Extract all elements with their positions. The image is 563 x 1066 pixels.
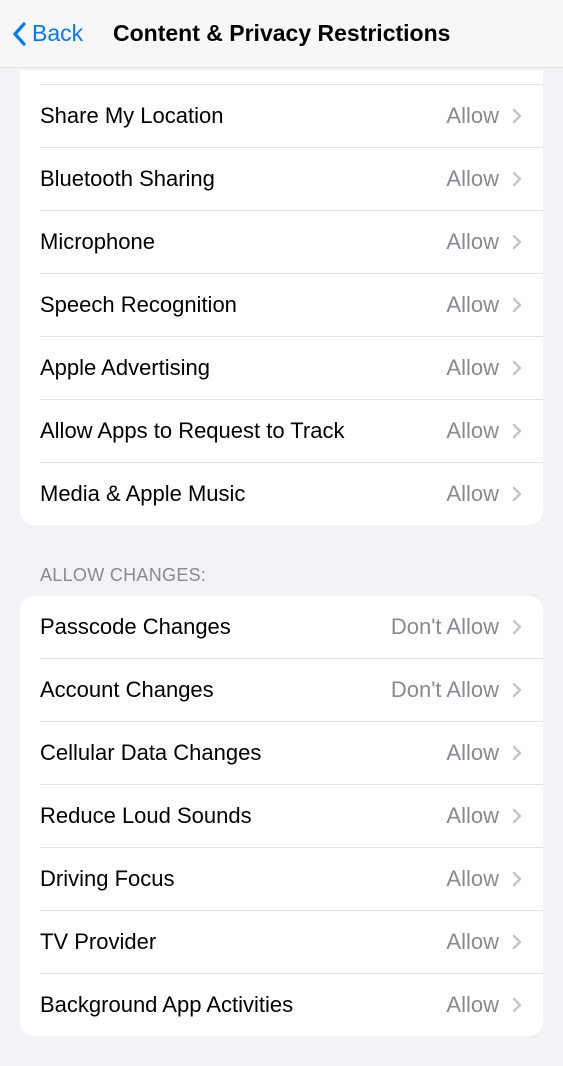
row-value: Allow bbox=[446, 292, 499, 318]
row-value: Allow bbox=[446, 166, 499, 192]
row-label: Apple Advertising bbox=[40, 355, 210, 381]
content-area: Share My Location Allow Bluetooth Sharin… bbox=[0, 68, 563, 1036]
row-driving-focus[interactable]: Driving Focus Allow bbox=[20, 848, 543, 910]
chevron-right-icon bbox=[511, 807, 523, 825]
row-share-my-location[interactable]: Share My Location Allow bbox=[20, 85, 543, 147]
row-bluetooth-sharing[interactable]: Bluetooth Sharing Allow bbox=[20, 148, 543, 210]
back-button[interactable]: Back bbox=[10, 20, 83, 48]
chevron-right-icon bbox=[511, 233, 523, 251]
row-label: Allow Apps to Request to Track bbox=[40, 418, 345, 444]
row-value: Allow bbox=[446, 355, 499, 381]
row-account-changes[interactable]: Account Changes Don't Allow bbox=[20, 659, 543, 721]
chevron-right-icon bbox=[511, 296, 523, 314]
row-label: Passcode Changes bbox=[40, 614, 231, 640]
row-tv-provider[interactable]: TV Provider Allow bbox=[20, 911, 543, 973]
row-label: Bluetooth Sharing bbox=[40, 166, 215, 192]
chevron-right-icon bbox=[511, 359, 523, 377]
chevron-right-icon bbox=[511, 107, 523, 125]
row-value: Allow bbox=[446, 929, 499, 955]
row-value: Don't Allow bbox=[391, 677, 499, 703]
navigation-bar: Back Content & Privacy Restrictions bbox=[0, 0, 563, 68]
page-title: Content & Privacy Restrictions bbox=[113, 20, 450, 47]
row-value: Allow bbox=[446, 418, 499, 444]
row-label: Background App Activities bbox=[40, 992, 293, 1018]
row-value: Allow bbox=[446, 992, 499, 1018]
row-label: Account Changes bbox=[40, 677, 214, 703]
row-label: Reduce Loud Sounds bbox=[40, 803, 252, 829]
chevron-right-icon bbox=[511, 485, 523, 503]
row-label: Speech Recognition bbox=[40, 292, 237, 318]
row-value: Allow bbox=[446, 229, 499, 255]
row-label: Cellular Data Changes bbox=[40, 740, 261, 766]
row-speech-recognition[interactable]: Speech Recognition Allow bbox=[20, 274, 543, 336]
row-allow-apps-track[interactable]: Allow Apps to Request to Track Allow bbox=[20, 400, 543, 462]
chevron-right-icon bbox=[511, 422, 523, 440]
allow-changes-section: Passcode Changes Don't Allow Account Cha… bbox=[20, 596, 543, 1036]
row-passcode-changes[interactable]: Passcode Changes Don't Allow bbox=[20, 596, 543, 658]
back-label: Back bbox=[32, 20, 83, 47]
row-value: Allow bbox=[446, 803, 499, 829]
row-label: Share My Location bbox=[40, 103, 223, 129]
chevron-right-icon bbox=[511, 681, 523, 699]
row-microphone[interactable]: Microphone Allow bbox=[20, 211, 543, 273]
row-value: Don't Allow bbox=[391, 614, 499, 640]
chevron-right-icon bbox=[511, 618, 523, 636]
row-value: Allow bbox=[446, 481, 499, 507]
chevron-right-icon bbox=[511, 744, 523, 762]
row-cellular-data-changes[interactable]: Cellular Data Changes Allow bbox=[20, 722, 543, 784]
row-background-app-activities[interactable]: Background App Activities Allow bbox=[20, 974, 543, 1036]
chevron-right-icon bbox=[511, 170, 523, 188]
row-label: Media & Apple Music bbox=[40, 481, 245, 507]
chevron-right-icon bbox=[511, 870, 523, 888]
row-label: Driving Focus bbox=[40, 866, 174, 892]
row-value: Allow bbox=[446, 740, 499, 766]
chevron-left-icon bbox=[10, 20, 28, 48]
row-label: Microphone bbox=[40, 229, 155, 255]
row-apple-advertising[interactable]: Apple Advertising Allow bbox=[20, 337, 543, 399]
allow-changes-header: Allow Changes: bbox=[0, 525, 563, 596]
privacy-section: Share My Location Allow Bluetooth Sharin… bbox=[20, 70, 543, 525]
row-value: Allow bbox=[446, 866, 499, 892]
chevron-right-icon bbox=[511, 996, 523, 1014]
row-media-apple-music[interactable]: Media & Apple Music Allow bbox=[20, 463, 543, 525]
chevron-right-icon bbox=[511, 933, 523, 951]
row-label: TV Provider bbox=[40, 929, 156, 955]
row-value: Allow bbox=[446, 103, 499, 129]
row-reduce-loud-sounds[interactable]: Reduce Loud Sounds Allow bbox=[20, 785, 543, 847]
